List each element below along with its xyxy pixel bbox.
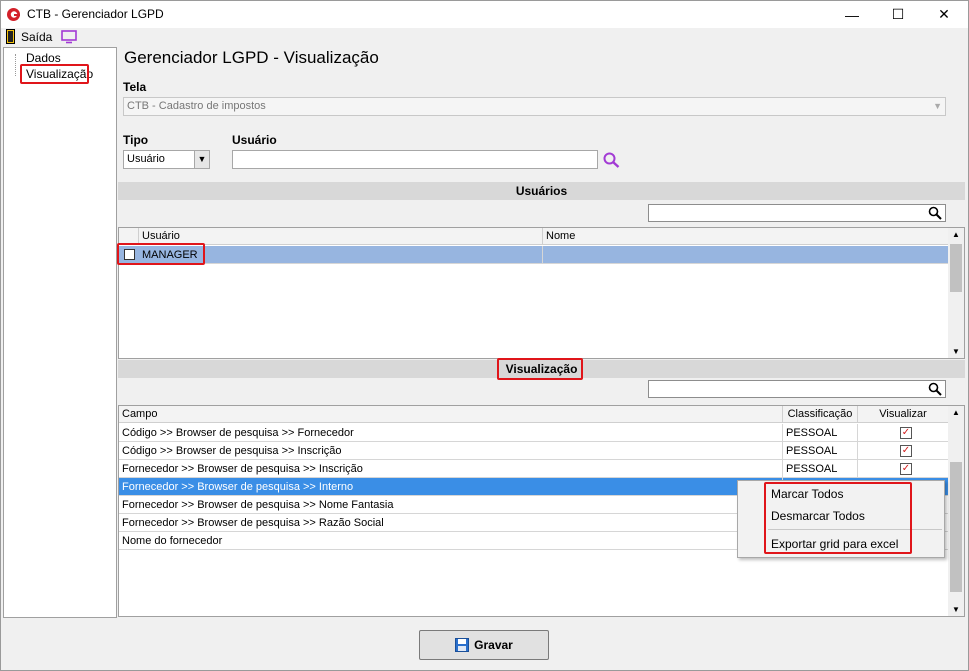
maximize-button[interactable]: ☐	[875, 1, 921, 28]
tree-line	[15, 54, 16, 76]
scroll-up-icon[interactable]: ▲	[952, 408, 960, 417]
tela-value: CTB - Cadastro de impostos	[127, 100, 266, 112]
scroll-up-icon[interactable]: ▲	[952, 230, 960, 239]
header-spacer	[119, 228, 139, 245]
cell-campo: Fornecedor >> Browser de pesquisa >> Ins…	[119, 460, 783, 478]
view-filter-input[interactable]	[648, 380, 946, 398]
save-button[interactable]: Gravar	[419, 630, 549, 660]
context-menu: Marcar Todos Desmarcar Todos Exportar gr…	[737, 480, 945, 558]
menu-item-marcar-todos[interactable]: Marcar Todos	[771, 487, 843, 501]
exit-menu-item[interactable]: Saída	[21, 30, 52, 44]
cell-campo: Nome do fornecedor	[119, 532, 783, 550]
users-filter-input[interactable]	[648, 204, 946, 222]
users-grid-header: Usuário Nome	[119, 228, 949, 245]
cell-campo: Fornecedor >> Browser de pesquisa >> Int…	[119, 478, 783, 496]
column-nome[interactable]: Nome	[543, 228, 949, 245]
cell-nome	[543, 246, 949, 264]
chevron-down-icon[interactable]: ▼	[194, 151, 209, 168]
window-title: CTB - Gerenciador LGPD	[27, 7, 164, 21]
cell-visualizar[interactable]: ✓	[858, 424, 949, 442]
table-row[interactable]: Fornecedor >> Browser de pesquisa >> Ins…	[119, 460, 949, 478]
table-row[interactable]: MANAGER	[119, 246, 949, 264]
search-icon[interactable]	[603, 152, 620, 168]
tela-select[interactable]: CTB - Cadastro de impostos ▼	[123, 97, 946, 116]
exit-door-icon	[6, 29, 15, 44]
page-title: Gerenciador LGPD - Visualização	[124, 48, 379, 67]
tree-item-dados[interactable]: Dados	[26, 51, 61, 65]
monitor-icon[interactable]	[61, 30, 77, 44]
navigation-tree: Dados Visualização	[3, 47, 117, 618]
scroll-down-icon[interactable]: ▼	[952, 605, 960, 614]
minimize-button[interactable]: —	[829, 1, 875, 28]
tipo-select[interactable]: Usuário ▼	[123, 150, 210, 169]
cell-usuario: MANAGER	[139, 246, 543, 264]
tipo-value: Usuário	[127, 153, 165, 165]
cell-classificacao: PESSOAL	[783, 460, 858, 478]
column-visualizar[interactable]: Visualizar	[858, 406, 949, 423]
cell-campo: Fornecedor >> Browser de pesquisa >> Nom…	[119, 496, 783, 514]
cell-campo: Fornecedor >> Browser de pesquisa >> Raz…	[119, 514, 783, 532]
cell-visualizar[interactable]: ✓	[858, 460, 949, 478]
users-section-header: Usuários	[118, 182, 965, 200]
usuario-input[interactable]	[232, 150, 598, 169]
menu-item-desmarcar-todos[interactable]: Desmarcar Todos	[771, 509, 865, 523]
floppy-disk-icon	[455, 638, 470, 652]
menu-bar: Saída	[1, 28, 968, 47]
view-section-header: Visualização	[118, 360, 965, 378]
view-grid-header: Campo Classificação Visualizar	[119, 406, 949, 423]
cell-visualizar[interactable]: ✓	[858, 442, 949, 460]
column-usuario[interactable]: Usuário	[139, 228, 543, 245]
search-icon[interactable]	[928, 206, 942, 220]
row-checkbox[interactable]	[124, 249, 135, 260]
cell-classificacao: PESSOAL	[783, 442, 858, 460]
users-grid: Usuário Nome MANAGER ▲ ▼	[118, 227, 965, 359]
view-scrollbar[interactable]: ▲ ▼	[948, 406, 964, 616]
scrollbar-thumb[interactable]	[950, 244, 962, 292]
search-icon[interactable]	[928, 382, 942, 396]
tree-item-visualizacao[interactable]: Visualização	[26, 67, 93, 81]
chevron-down-icon: ▼	[933, 101, 942, 111]
app-logo-icon	[7, 8, 20, 21]
column-classificacao[interactable]: Classificação	[783, 406, 858, 423]
menu-separator	[768, 529, 942, 530]
save-button-label: Gravar	[474, 638, 513, 652]
table-row[interactable]: Código >> Browser de pesquisa >> Inscriç…	[119, 442, 949, 460]
checked-checkbox-icon[interactable]: ✓	[900, 445, 912, 457]
cell-classificacao: PESSOAL	[783, 424, 858, 442]
title-bar: CTB - Gerenciador LGPD — ☐ ✕	[1, 1, 968, 28]
scrollbar-thumb[interactable]	[950, 462, 962, 592]
app-window: CTB - Gerenciador LGPD — ☐ ✕ Saída Dados…	[0, 0, 969, 671]
column-campo[interactable]: Campo	[119, 406, 783, 423]
cell-campo: Código >> Browser de pesquisa >> Fornece…	[119, 424, 783, 442]
menu-item-exportar-excel[interactable]: Exportar grid para excel	[771, 537, 898, 551]
scroll-down-icon[interactable]: ▼	[952, 347, 960, 356]
close-button[interactable]: ✕	[921, 1, 967, 28]
tipo-label: Tipo	[123, 133, 149, 147]
usuario-label: Usuário	[232, 133, 277, 147]
checked-checkbox-icon[interactable]: ✓	[900, 463, 912, 475]
users-scrollbar[interactable]: ▲ ▼	[948, 228, 964, 358]
table-row[interactable]: Código >> Browser de pesquisa >> Fornece…	[119, 424, 949, 442]
checked-checkbox-icon[interactable]: ✓	[900, 427, 912, 439]
tela-label: Tela	[123, 80, 147, 94]
cell-campo: Código >> Browser de pesquisa >> Inscriç…	[119, 442, 783, 460]
